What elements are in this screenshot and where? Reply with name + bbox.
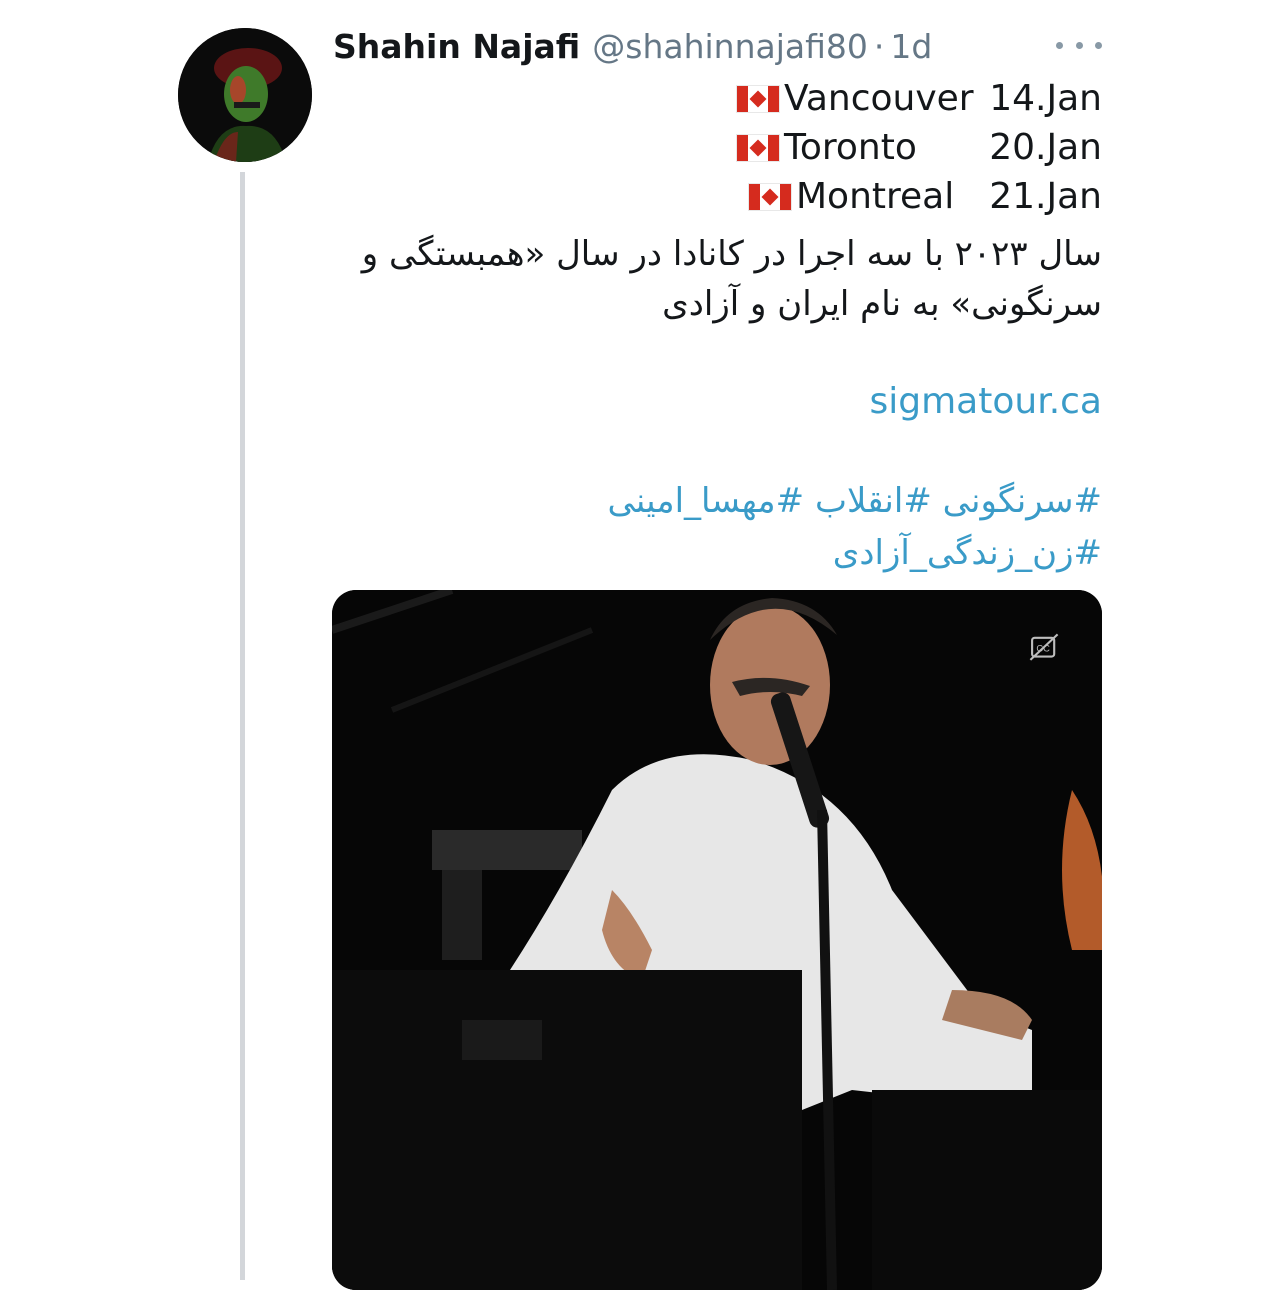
- canada-flag-icon: [748, 182, 792, 211]
- thread-connector-line: [240, 172, 245, 1280]
- hashtag[interactable]: #انقلاب: [815, 481, 932, 521]
- tweet-header: Shahin Najafi @shahinnajafi80 · 1d: [333, 24, 932, 68]
- user-handle[interactable]: @shahinnajafi80: [592, 27, 868, 66]
- tour-city: Vancouver: [784, 78, 974, 119]
- tour-city: Toronto: [784, 127, 917, 168]
- closed-captions-icon[interactable]: CC: [1024, 628, 1064, 668]
- canada-flag-icon: [736, 84, 780, 113]
- tour-date: 21.Jan: [989, 176, 1102, 217]
- tweet-persian-text: سال ۲۰۲۳ با سه اجرا در کانادا در سال «هم…: [361, 234, 1102, 324]
- tweet-timestamp[interactable]: 1d: [890, 27, 932, 66]
- hashtag[interactable]: #سرنگونی: [943, 481, 1102, 521]
- concert-performer-image: [332, 590, 1102, 1290]
- tour-date: 14.Jan: [989, 78, 1102, 119]
- tour-date: 20.Jan: [989, 127, 1102, 168]
- more-options-icon[interactable]: [1056, 30, 1102, 60]
- avatar[interactable]: [178, 28, 312, 162]
- avatar-image: [178, 28, 312, 162]
- display-name[interactable]: Shahin Najafi: [333, 27, 580, 66]
- canada-flag-icon: [736, 133, 780, 162]
- tour-date-row: Toronto 20.Jan: [330, 123, 1102, 172]
- hashtag-list: #سرنگونی #انقلاب #مهسا_امینی #زن_زندگی_آ…: [330, 475, 1102, 579]
- hashtag[interactable]: #زن_زندگی_آزادی: [833, 533, 1102, 573]
- tweet-body: Vancouver 14.Jan Toronto 20.Jan Montreal…: [330, 74, 1102, 579]
- tour-date-row: Montreal 21.Jan: [330, 172, 1102, 221]
- tweet-link[interactable]: sigmatour.ca: [330, 377, 1103, 427]
- tour-city: Montreal: [796, 176, 955, 217]
- tweet-media-video[interactable]: [332, 590, 1102, 1290]
- hashtag[interactable]: #مهسا_امینی: [608, 481, 805, 521]
- header-separator: ·: [873, 26, 885, 66]
- tour-date-row: Vancouver 14.Jan: [330, 74, 1102, 123]
